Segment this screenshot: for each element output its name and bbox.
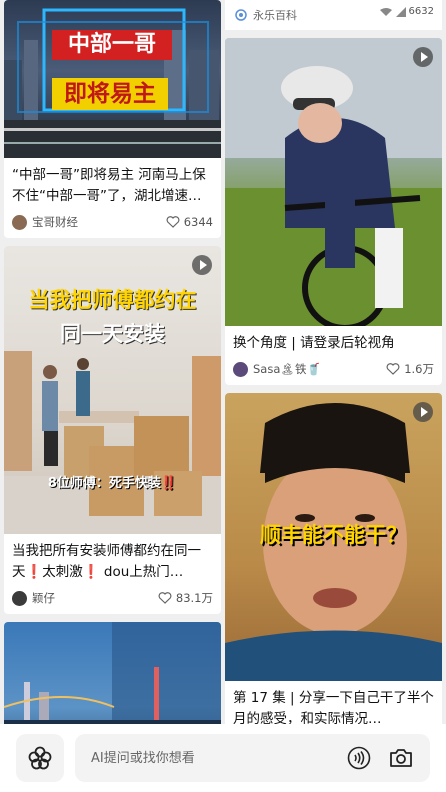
heart-icon <box>386 363 400 375</box>
card-thumbnail[interactable]: 顺丰能不能干？ <box>225 393 442 681</box>
wifi-icon <box>379 7 392 16</box>
voice-icon[interactable] <box>347 746 371 770</box>
like-count: 6344 <box>183 215 213 229</box>
thumbnail-caption-line1: 中部一哥 <box>67 32 156 57</box>
like-button[interactable]: 83.1万 <box>158 590 213 606</box>
author-name: Sasa🏝铁🥤 <box>253 362 321 376</box>
avatar <box>12 590 27 606</box>
play-icon <box>413 47 433 67</box>
card-author[interactable]: Sasa🏝铁🥤 <box>233 361 321 377</box>
author-name: 颖仔 <box>32 591 55 605</box>
thumbnail-caption-line3: 8位师傅：死手快装‼️ <box>47 476 178 491</box>
search-input[interactable] <box>91 734 331 782</box>
card-thumbnail[interactable]: 中部一哥 即将易主 <box>4 0 221 158</box>
like-count: 1.6万 <box>404 362 434 376</box>
author-name: 宝哥财经 <box>32 215 78 229</box>
feed: 中部一哥 即将易主 “中部一哥”即将易主 河南马上保不住“中部一哥”了，湖北增速… <box>0 0 446 792</box>
baidu-flower-icon <box>28 746 52 770</box>
bottom-search-bar <box>0 724 446 792</box>
search-box[interactable] <box>75 734 430 782</box>
like-button[interactable]: 6344 <box>166 215 213 229</box>
cyclist-image <box>225 38 442 326</box>
like-button[interactable]: 1.6万 <box>386 361 434 377</box>
play-icon <box>192 255 212 275</box>
ai-assistant-button[interactable] <box>16 734 64 782</box>
thumbnail-caption-line1: 当我把师傅都约在 <box>28 288 197 312</box>
thumbnail-caption-line2: 即将易主 <box>64 81 156 107</box>
card-thumbnail[interactable]: 当我把师傅都约在 同一天安装 8位师傅：死手快装‼️ <box>4 246 221 534</box>
like-count: 83.1万 <box>175 591 213 605</box>
feed-card[interactable]: 中部一哥 即将易主 “中部一哥”即将易主 河南马上保不住“中部一哥”了，湖北增速… <box>4 0 221 238</box>
thumbnail-caption-line2: 同一天安装 <box>60 322 165 346</box>
play-icon <box>413 402 433 422</box>
status-icons: 6632 <box>379 6 434 17</box>
avatar <box>233 361 248 377</box>
card-thumbnail[interactable] <box>225 38 442 326</box>
card-title[interactable]: “中部一哥”即将易主 河南马上保不住“中部一哥”了，湖北增速… <box>4 165 221 207</box>
card-author[interactable]: 宝哥财经 <box>12 214 78 230</box>
card-author[interactable]: 颖仔 <box>12 590 55 606</box>
card-meta: 颖仔 83.1万 <box>4 589 221 607</box>
signal-icon <box>395 6 406 17</box>
card-meta: 宝哥财经 6344 <box>4 213 221 231</box>
card-title[interactable]: 换个角度 | 请登录后轮视角 <box>225 333 442 354</box>
heart-icon <box>158 592 172 604</box>
card-source[interactable]: 永乐百科 6632 <box>225 0 442 30</box>
feed-card[interactable]: 换个角度 | 请登录后轮视角 Sasa🏝铁🥤 1.6万 <box>225 38 442 385</box>
card-meta: Sasa🏝铁🥤 1.6万 <box>225 360 442 378</box>
source-name: 永乐百科 <box>253 9 297 22</box>
card-title[interactable]: 当我把所有安装师傅都约在同一天❗太刺激❗ dou上热门… <box>4 541 221 583</box>
status-text: 6632 <box>408 6 434 17</box>
avatar <box>12 214 27 230</box>
heart-icon <box>166 216 180 228</box>
camera-icon[interactable] <box>388 746 414 770</box>
source-icon <box>235 9 247 21</box>
feed-card[interactable]: 当我把师傅都约在 同一天安装 8位师傅：死手快装‼️ 当我把所有安装师傅都约在同… <box>4 246 221 614</box>
thumbnail-caption-line1: 顺丰能不能干？ <box>260 523 407 547</box>
